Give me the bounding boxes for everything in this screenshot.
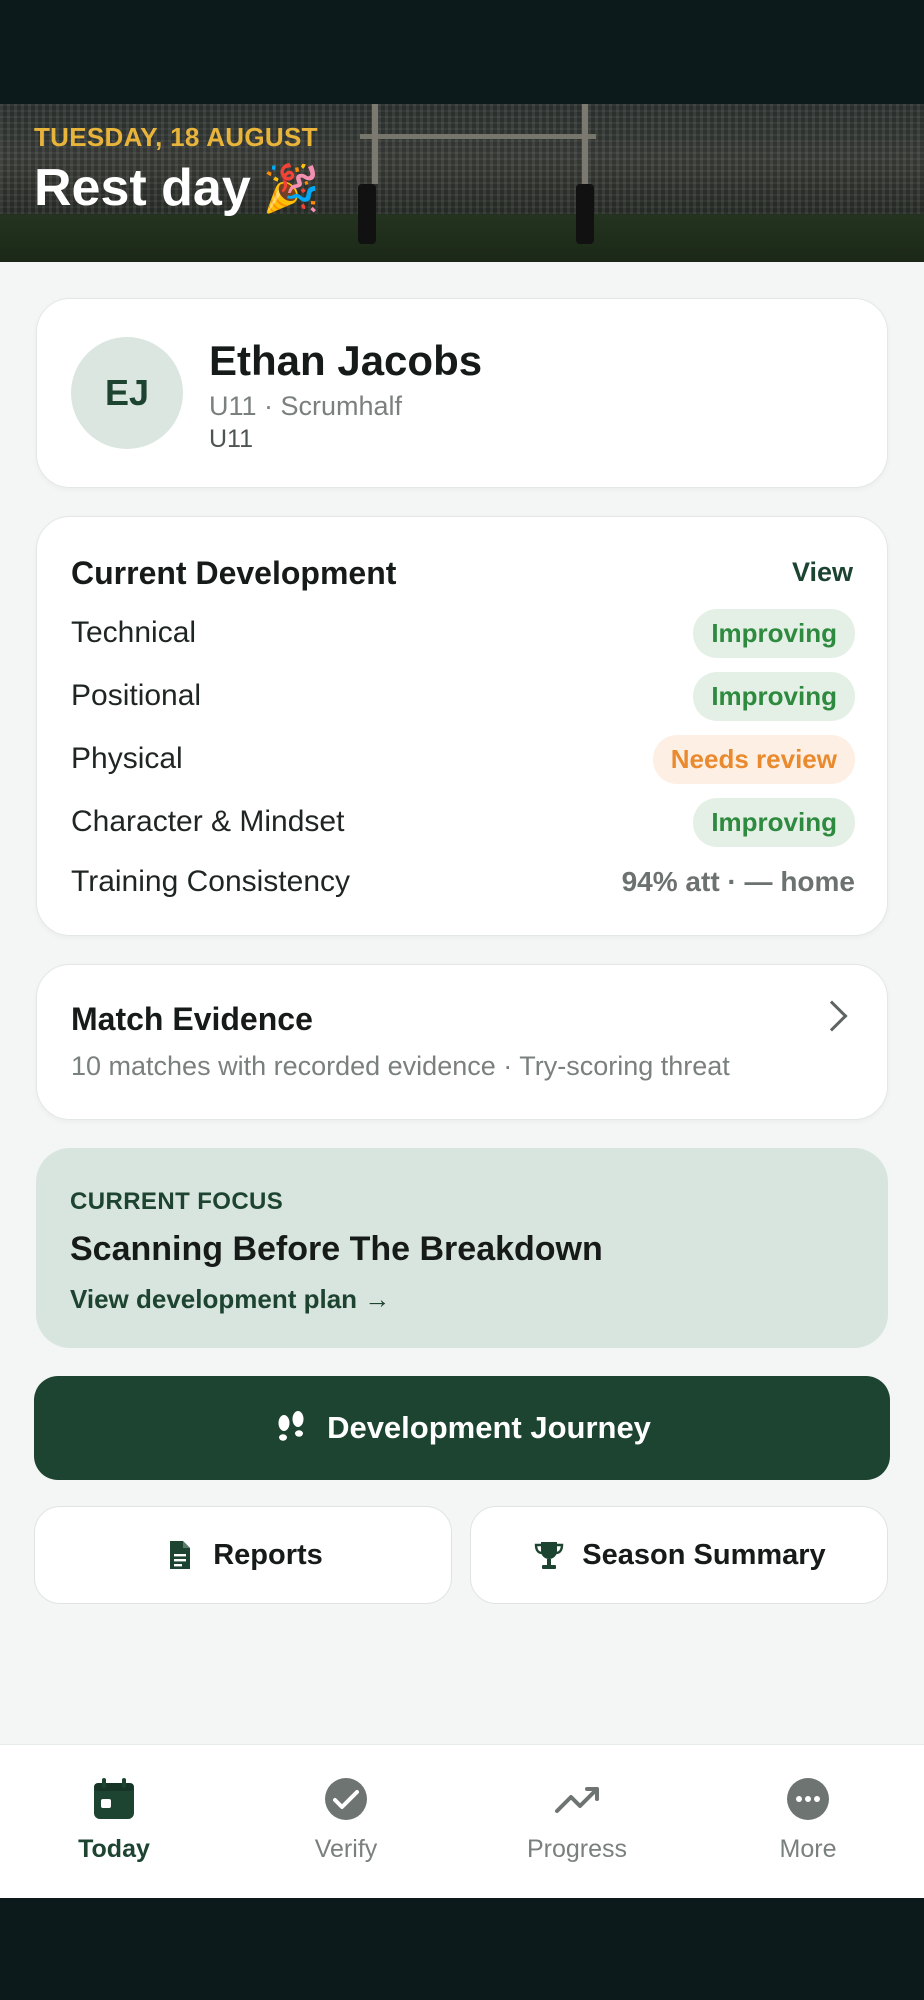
status-badge: Needs review (652, 734, 855, 784)
check-circle-icon (325, 1778, 367, 1820)
bottom-tab-bar: Today Verify Progress More (0, 1744, 924, 1898)
system-navigation-bar (0, 1898, 924, 2000)
player-name: Ethan Jacobs (209, 337, 483, 384)
development-row-label: Character & Mindset (71, 805, 345, 838)
training-consistency-label: Training Consistency (71, 865, 351, 898)
status-badge: Improving (693, 671, 855, 721)
development-row-label: Technical (71, 616, 197, 649)
focus-kicker: CURRENT FOCUS (70, 1188, 284, 1215)
tab-verify[interactable]: Verify (256, 1775, 436, 1864)
view-development-plan-link[interactable]: View development plan → (70, 1284, 390, 1315)
post-pad-right (576, 184, 594, 244)
training-consistency-value: 94% att · — home (621, 866, 855, 897)
focus-title: Scanning Before The Breakdown (70, 1230, 603, 1268)
status-badge: Improving (693, 608, 855, 658)
more-icon (787, 1778, 829, 1820)
chevron-right-icon (816, 1000, 848, 1032)
match-evidence-description: 10 matches with recorded evidence · Try-… (71, 1051, 730, 1081)
match-evidence-title: Match Evidence (71, 1001, 313, 1037)
development-view-link[interactable]: View (792, 557, 853, 588)
main-content: EJ Ethan Jacobs U11 · Scrumhalf U11 Curr… (0, 262, 924, 1744)
development-journey-button[interactable]: Development Journey (34, 1376, 890, 1480)
goalpost-left (372, 104, 378, 184)
goalpost-crossbar (360, 134, 596, 139)
training-consistency-row: Training Consistency 94% att · — home (71, 858, 855, 906)
development-journey-label: Development Journey (327, 1410, 651, 1445)
trophy-icon (535, 1542, 564, 1569)
status-badge: Improving (693, 797, 855, 847)
development-row: Positional Improving (71, 671, 855, 721)
tab-progress[interactable]: Progress (487, 1775, 667, 1864)
match-evidence-card[interactable]: Match Evidence 10 matches with recorded … (36, 964, 888, 1120)
tab-label: Progress (526, 1835, 628, 1863)
current-development-card: Current Development View Technical Impro… (36, 516, 888, 936)
reports-button[interactable]: Reports (34, 1506, 452, 1604)
tab-today[interactable]: Today (24, 1775, 204, 1864)
post-pad-left (358, 184, 376, 244)
trend-up-icon (555, 1787, 599, 1813)
avatar: EJ (71, 337, 183, 449)
party-popper-icon: 🎉 (262, 161, 321, 214)
player-age-position: U11 · Scrumhalf (209, 391, 403, 421)
page-title-text: Rest day (34, 159, 251, 217)
season-summary-label: Season Summary (582, 1538, 826, 1571)
pitch-image (0, 214, 924, 262)
current-focus-card: CURRENT FOCUS Scanning Before The Breakd… (36, 1148, 888, 1348)
header-date: TUESDAY, 18 AUGUST (34, 122, 318, 152)
reports-label: Reports (213, 1538, 323, 1571)
development-row: Technical Improving (71, 608, 855, 658)
season-summary-button[interactable]: Season Summary (470, 1506, 888, 1604)
goalpost-right (582, 104, 588, 184)
page-title: Rest day 🎉 (34, 158, 320, 218)
development-row-label: Positional (71, 679, 202, 712)
development-row-label: Physical (71, 742, 183, 775)
document-icon (170, 1541, 191, 1569)
header-banner: TUESDAY, 18 AUGUST Rest day 🎉 (0, 104, 924, 262)
calendar-icon (94, 1778, 134, 1819)
footprints-icon (278, 1411, 304, 1441)
status-bar (0, 0, 924, 104)
development-title: Current Development (71, 555, 397, 591)
tab-label: Verify (314, 1835, 378, 1863)
player-age-group: U11 (209, 425, 254, 453)
tab-label: More (779, 1835, 837, 1863)
tab-label: Today (78, 1835, 150, 1863)
development-row: Physical Needs review (71, 734, 855, 784)
tab-more[interactable]: More (718, 1775, 898, 1864)
development-row: Character & Mindset Improving (71, 797, 855, 847)
player-profile-card[interactable]: EJ Ethan Jacobs U11 · Scrumhalf U11 (36, 298, 888, 488)
